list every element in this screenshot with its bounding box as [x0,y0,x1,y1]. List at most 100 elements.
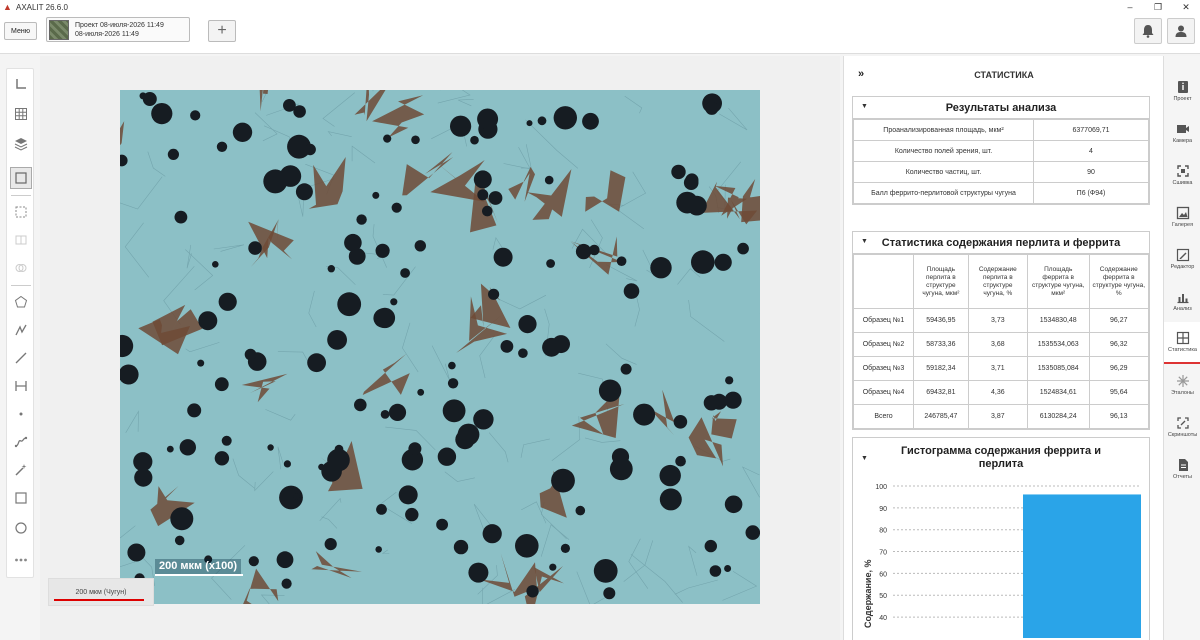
graphite-nodule [477,189,489,201]
project-thumbnail [49,19,69,40]
graphite-nodule [388,403,407,421]
polyline-tool[interactable] [10,319,32,341]
graphite-nodule [704,539,717,553]
notifications-button[interactable] [1134,18,1162,44]
graphite-nodule [327,330,347,350]
rectangle-tool[interactable] [10,487,32,509]
pearlite-stats-header[interactable]: ▼ Статистика содержания перлита и феррит… [853,232,1149,254]
pearlite-stats-title: Статистика содержания перлита и феррита [881,236,1121,249]
split-tool[interactable] [10,229,32,251]
graphite-nodule [518,348,528,359]
rail-item-analysis[interactable]: Анализ [1164,280,1200,322]
statistics-panel: » СТАТИСТИКА ▼ Результаты анализа Проана… [843,56,1163,640]
histogram-header[interactable]: ▼ Гистограмма содержания феррита и перли… [853,438,1149,478]
graphite-nodule [724,565,732,572]
graphite-nodule [263,169,288,194]
rect-select-tool[interactable] [10,201,32,223]
merge-tool[interactable] [10,257,32,279]
polyline-icon [15,324,27,336]
curve-tool[interactable] [10,431,32,453]
sample-name-cell: Всего [853,404,914,429]
rail-item-reference[interactable]: Эталоны [1164,364,1200,406]
pearlite-header-cell [853,254,914,309]
minimize-icon[interactable]: – [1120,0,1140,14]
analysis-icon [1177,294,1188,304]
rail-item-camera[interactable]: Камера [1164,112,1200,154]
graphite-nodule [546,259,555,268]
graphite-nodule [611,448,630,466]
calibration-box[interactable]: 200 мкм (Чугун) [48,578,154,606]
project-tab[interactable]: Проект 08-июля-2026 11:49 08-июля-2026 1… [46,17,190,42]
histogram-title: Гистограмма содержания феррита и перлита [901,445,1101,470]
rail-item-screenshot[interactable]: Скриншоты [1164,406,1200,448]
table-cell: 3,73 [967,308,1028,333]
rail-item-label: Камера [1172,138,1193,144]
microstructure-image[interactable] [120,90,760,604]
layers-tool[interactable] [10,133,32,155]
graphite-nodule [293,493,300,500]
graphite-nodule [675,455,686,467]
distance-icon [15,381,27,391]
graphite-nodule [659,464,681,487]
rail-item-statistics[interactable]: Статистика [1164,322,1200,364]
graphite-nodule [616,256,627,266]
graphite-nodule [553,106,577,130]
curve-icon [14,436,28,448]
magic-wand-tool[interactable] [10,459,32,481]
graphite-nodule [356,214,367,225]
y-tick-label: 100 [875,484,887,491]
user-button[interactable] [1167,18,1195,44]
add-project-button[interactable]: + [208,20,236,42]
close-icon[interactable]: ✕ [1176,0,1196,14]
graphite-nodule [372,191,380,199]
graphite-nodule [623,283,640,299]
polygon-tool[interactable] [10,291,32,313]
restore-icon[interactable]: ❐ [1148,0,1168,14]
graphite-nodule [544,175,554,185]
y-tick-label: 90 [879,506,887,513]
menu-button[interactable]: Меню [4,22,37,40]
ellipse-tool[interactable] [10,517,32,539]
graphite-nodule [414,240,426,252]
ferrite-bar[interactable] [1023,494,1141,638]
rail-item-stitch[interactable]: Сшивка [1164,154,1200,196]
graphite-nodule [589,244,600,256]
select-tool[interactable] [10,167,32,189]
graphite-nodule [232,122,253,142]
layers-icon [14,138,28,151]
grid-tool[interactable] [10,103,32,125]
point-tool[interactable] [10,403,32,425]
rail-item-reports[interactable]: Отчеты [1164,448,1200,490]
more-tools[interactable] [10,549,32,571]
graphite-nodule [221,435,232,446]
line-tool[interactable] [10,347,32,369]
rail-item-gallery[interactable]: Галерея [1164,196,1200,238]
bell-icon [1142,25,1154,38]
graphite-nodule [218,292,237,311]
analysis-row: Проанализированная площадь, мкм² 6377069,… [853,119,1149,141]
graphite-nodule [687,195,707,216]
graphite-nodule [327,265,335,273]
rail-item-editor[interactable]: Редактор [1164,238,1200,280]
rail-item-label: Отчеты [1172,474,1192,480]
graphite-nodule [724,391,742,409]
graphite-nodule [390,298,398,306]
distance-tool[interactable] [10,375,32,397]
analysis-row-label: Количество частиц, шт. [853,161,1034,183]
y-tick-label: 80 [879,528,887,535]
rail-item-info[interactable]: Проект [1164,70,1200,112]
gallery-icon [1176,206,1189,220]
app-logo-icon: ▲ [3,2,12,12]
ruler-tool[interactable] [10,73,32,95]
pearlite-header-cell: Содержание перлита в структуре чугуна, % [967,254,1028,309]
graphite-nodule [450,115,472,137]
table-cell: 95,64 [1088,380,1150,405]
graphite-nodule [709,565,722,577]
graphite-nodule [515,534,539,558]
graphite-nodule [552,335,570,354]
table-row: Образец №1 59436,95 3,73 1534830,48 96,27 [853,308,1150,333]
tool-separator [11,285,31,286]
analysis-results-header[interactable]: ▼ Результаты анализа [853,97,1149,119]
graphite-nodule [673,415,688,429]
reports-icon [1178,459,1188,471]
